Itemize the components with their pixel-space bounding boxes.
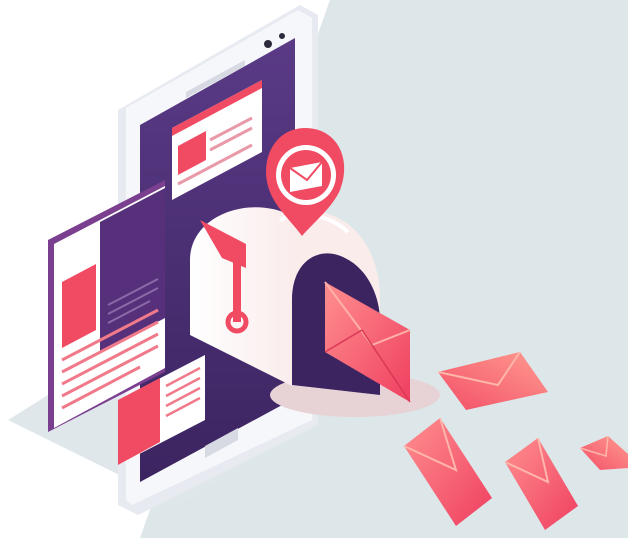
mail-marketing-illustration xyxy=(8,0,628,538)
camera-dot xyxy=(264,40,272,48)
sensor-dot xyxy=(279,33,285,39)
